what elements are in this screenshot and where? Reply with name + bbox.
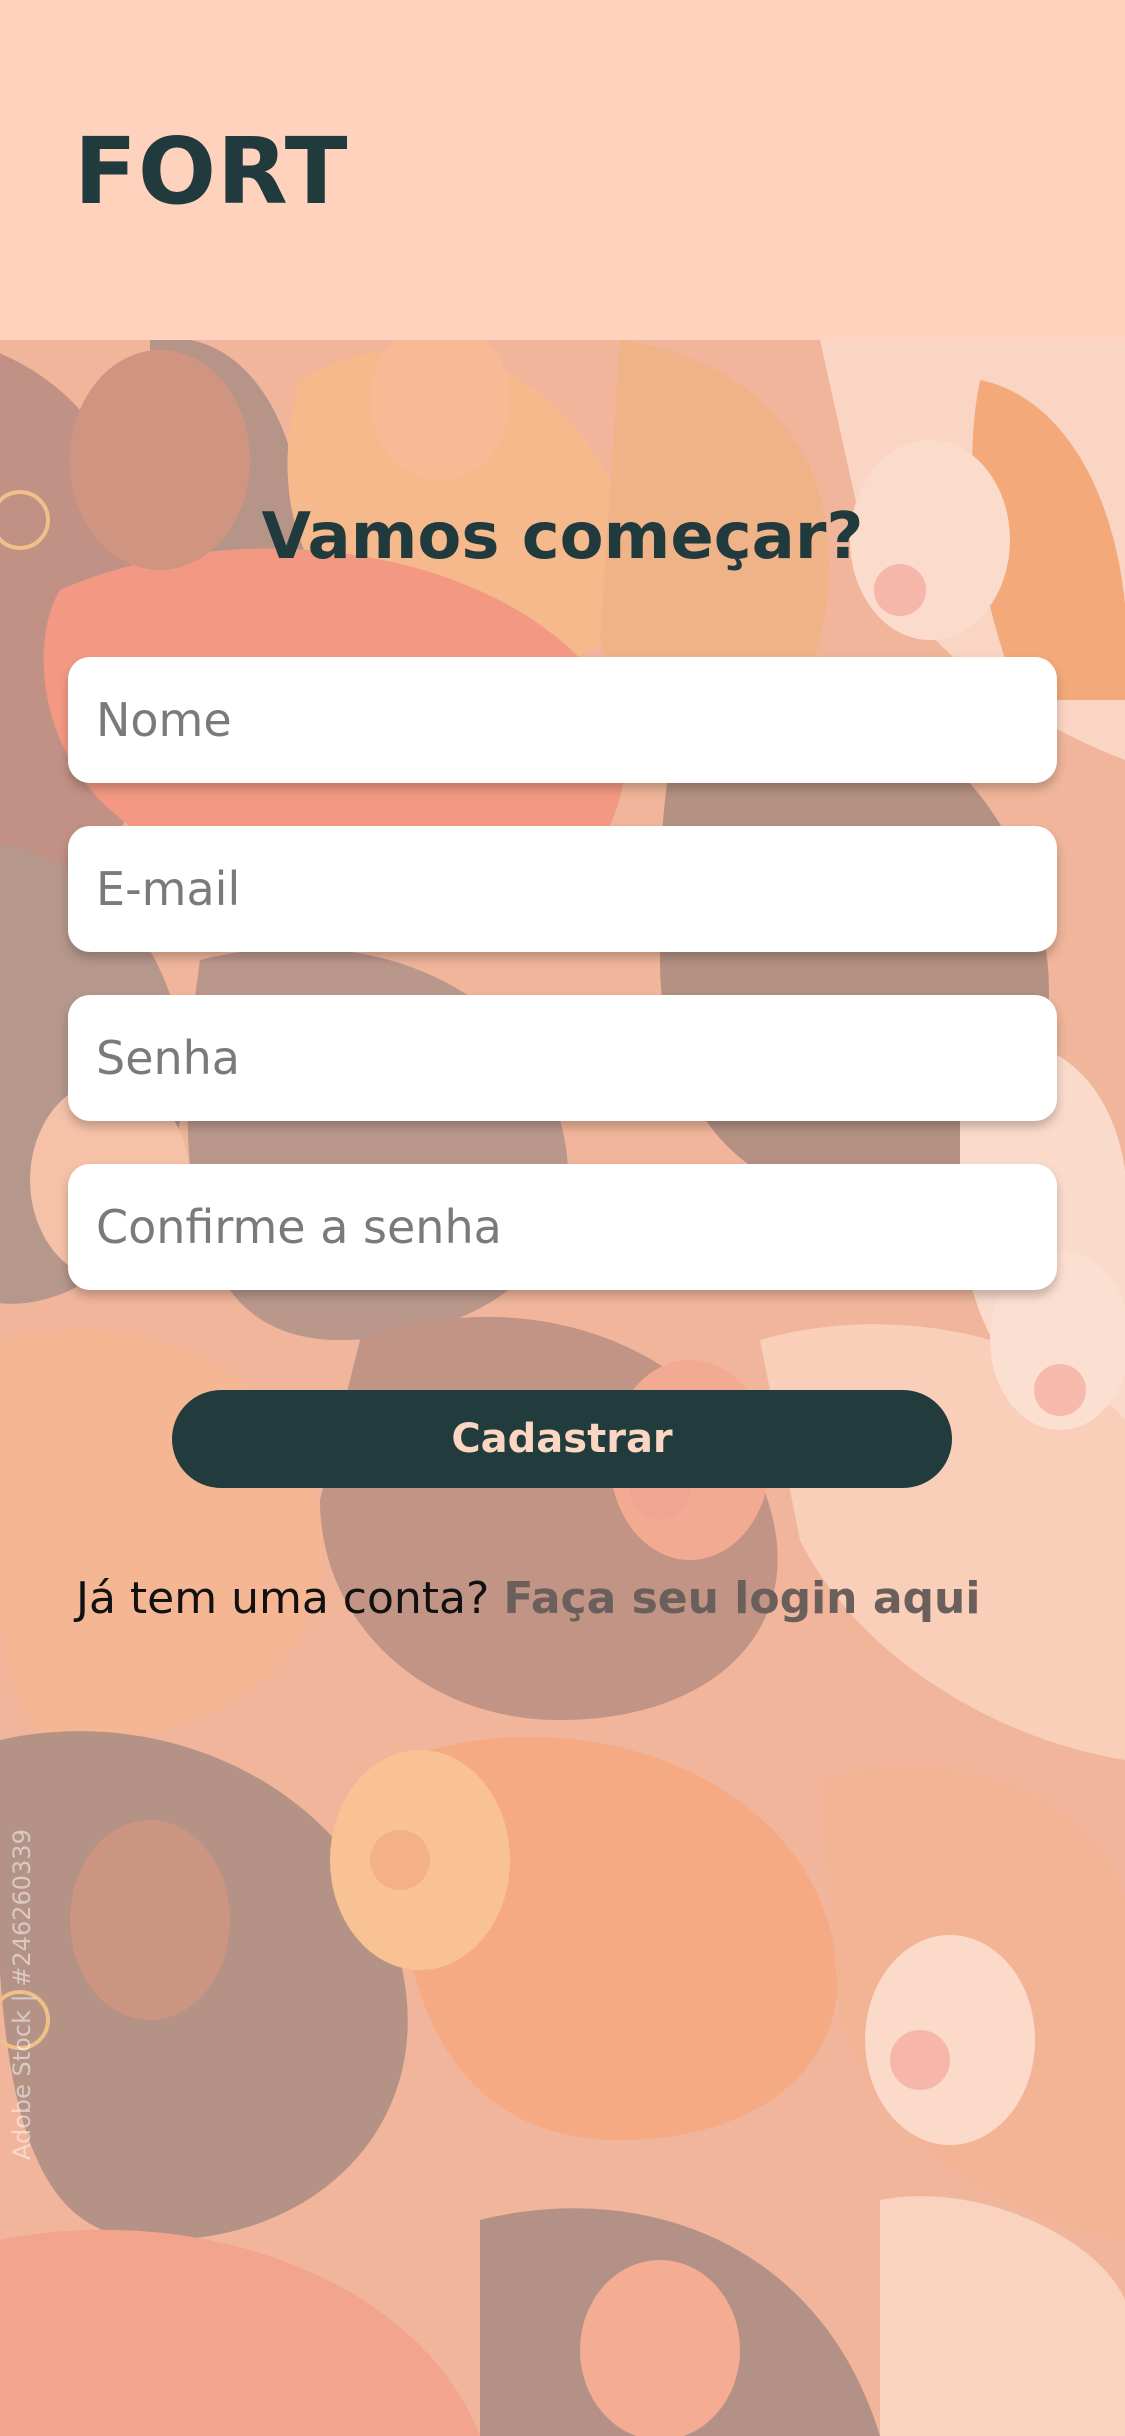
email-input[interactable] [68,826,1057,952]
password-field[interactable] [68,995,1057,1121]
background-illustration: Adobe Stock | #246260339 [0,340,1125,2436]
name-field[interactable] [68,657,1057,783]
women-faces-illustration [0,340,1125,2436]
name-input[interactable] [68,657,1057,783]
login-prompt-text: Já tem uma conta? [76,1573,490,1624]
app-header: FORT [0,0,1125,340]
email-field[interactable] [68,826,1057,952]
login-link[interactable]: Faça seu login aqui [503,1573,980,1624]
register-button[interactable]: Cadastrar [172,1390,952,1488]
confirm-password-input[interactable] [68,1164,1057,1290]
confirm-password-field[interactable] [68,1164,1057,1290]
login-prompt: Já tem uma conta? Faça seu login aqui [76,1573,1076,1624]
watermark-text: Adobe Stock | #246260339 [8,1829,36,2160]
brand-logo-text: FORT [74,118,349,225]
password-input[interactable] [68,995,1057,1121]
form-title: Vamos começar? [261,500,864,574]
